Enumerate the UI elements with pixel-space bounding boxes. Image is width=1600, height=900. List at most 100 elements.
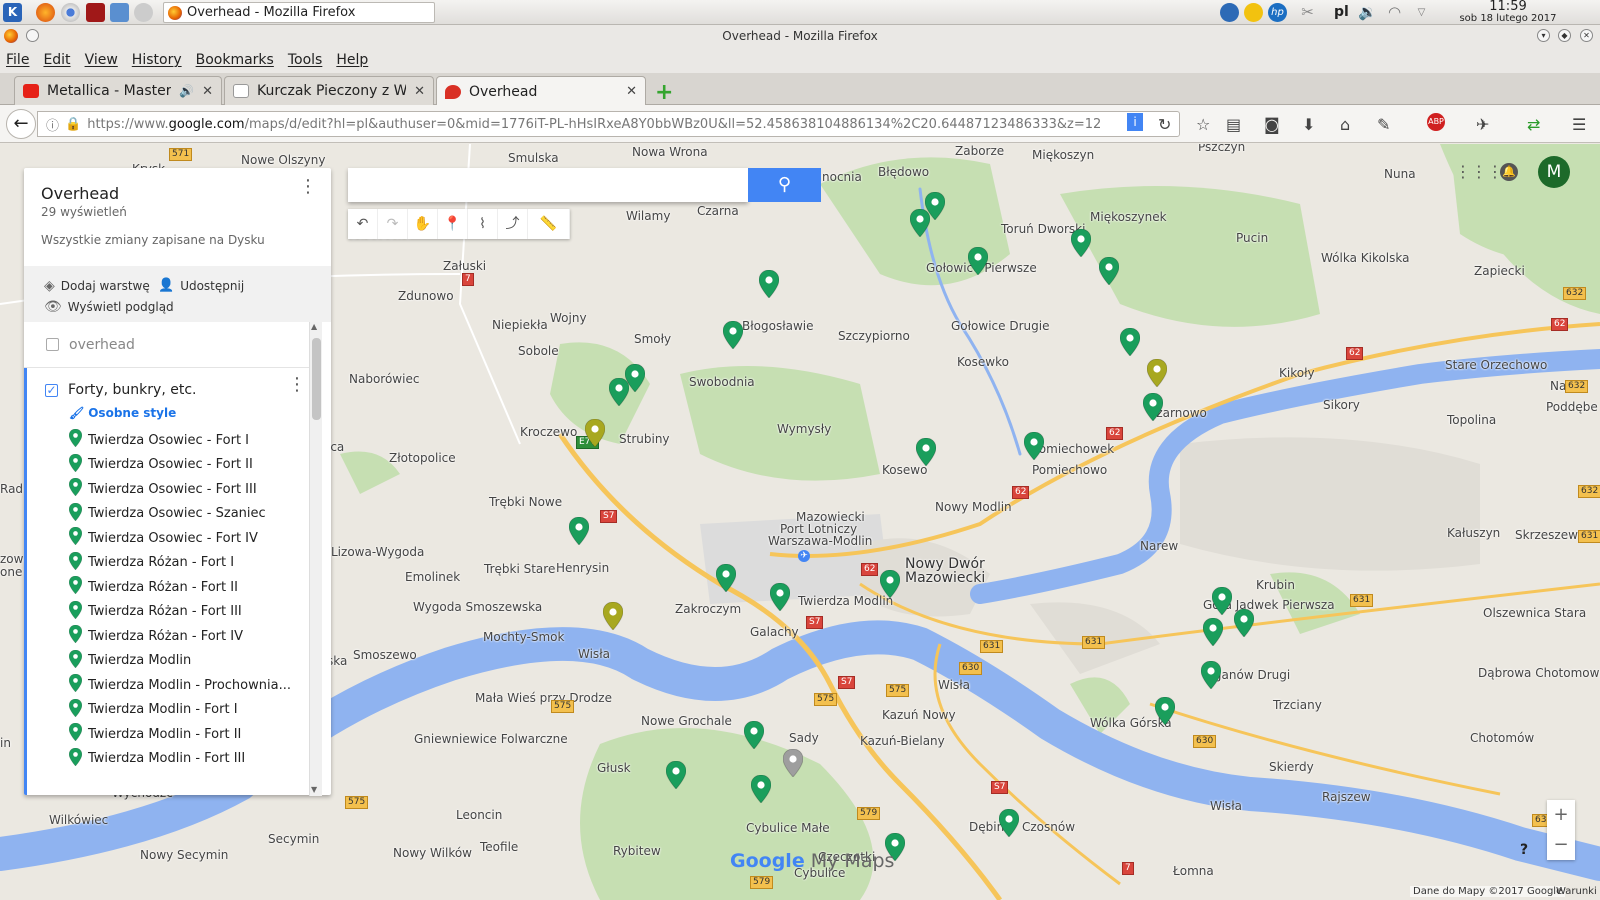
- close-tab-icon[interactable]: ✕: [202, 84, 213, 99]
- undo-icon[interactable]: ↶: [348, 209, 378, 239]
- map-marker-pin[interactable]: [1202, 617, 1224, 647]
- hamburger-menu-icon[interactable]: ☰: [1572, 115, 1586, 134]
- redo-icon[interactable]: ↷: [378, 209, 408, 239]
- info-icon[interactable]: ⓘ: [46, 115, 59, 134]
- map-marker-pin[interactable]: [915, 437, 937, 467]
- draw-line-icon[interactable]: ⌇: [468, 209, 498, 239]
- reload-icon[interactable]: ↻: [1158, 115, 1171, 134]
- map-marker-pin[interactable]: [608, 377, 630, 407]
- apps-grid-icon[interactable]: ⋮⋮⋮: [1455, 162, 1503, 181]
- add-layer-button[interactable]: ◈ Dodaj warstwę: [44, 278, 150, 294]
- map-marker-pin[interactable]: [665, 760, 687, 790]
- window-pin-icon[interactable]: [26, 29, 39, 42]
- firefox-launcher-icon[interactable]: [36, 3, 55, 22]
- chromium-launcher-icon[interactable]: [61, 3, 80, 22]
- help-icon[interactable]: ?: [1520, 842, 1528, 858]
- settings-launcher-icon[interactable]: [134, 3, 153, 22]
- close-window-button[interactable]: ✕: [1580, 29, 1593, 42]
- feature-list-item[interactable]: Twierdza Modlin: [27, 649, 314, 674]
- extension-2-icon[interactable]: ✈: [1476, 115, 1489, 134]
- feature-list-item[interactable]: Twierdza Osowiec - Fort IV: [27, 526, 314, 551]
- feature-list-item[interactable]: Twierdza Różan - Fort II: [27, 575, 314, 600]
- update-tray-icon[interactable]: [1220, 3, 1239, 22]
- tab-overhead[interactable]: Overhead ✕: [436, 76, 646, 106]
- map-marker-pin[interactable]: [568, 516, 590, 546]
- map-marker-pin[interactable]: [1200, 660, 1222, 690]
- taskbar-window-item[interactable]: Overhead - Mozilla Firefox: [163, 2, 435, 23]
- bookmark-star-icon[interactable]: ☆: [1196, 115, 1210, 134]
- hp-tray-icon[interactable]: hp: [1268, 3, 1287, 22]
- ruler-icon[interactable]: 📏: [528, 209, 570, 239]
- feature-list-item[interactable]: Twierdza Modlin - Fort I: [27, 698, 314, 723]
- map-marker-pin[interactable]: [602, 601, 624, 631]
- feature-list-item[interactable]: Twierdza Osowiec - Fort II: [27, 453, 314, 478]
- share-button[interactable]: 👤 Udostępnij: [158, 278, 244, 293]
- map-marker-pin[interactable]: [998, 808, 1020, 838]
- zoom-out-button[interactable]: −: [1547, 830, 1575, 860]
- new-tab-plus-icon[interactable]: +: [655, 80, 673, 105]
- feature-list-item[interactable]: Twierdza Różan - Fort III: [27, 600, 314, 625]
- search-button[interactable]: ⚲: [748, 168, 821, 202]
- tab-metallica[interactable]: Metallica - Master ... 🔊 ✕: [14, 76, 222, 105]
- close-tab-icon[interactable]: ✕: [414, 84, 425, 99]
- map-marker-pin[interactable]: [1211, 586, 1233, 616]
- reading-list-icon[interactable]: ▤: [1226, 115, 1241, 134]
- menu-help[interactable]: Help: [336, 52, 368, 68]
- avatar[interactable]: M: [1538, 156, 1570, 188]
- feature-list-item[interactable]: Twierdza Różan - Fort I: [27, 551, 314, 576]
- wifi-tray-icon[interactable]: ◠: [1385, 3, 1404, 22]
- home-icon[interactable]: ⌂: [1340, 115, 1350, 134]
- feature-list-item[interactable]: Twierdza Osowiec - Szaniec: [27, 502, 314, 527]
- map-marker-pin[interactable]: [743, 720, 765, 750]
- file-manager-launcher-icon[interactable]: [110, 3, 129, 22]
- map-title[interactable]: Overhead: [41, 184, 315, 203]
- map-marker-pin[interactable]: [879, 569, 901, 599]
- map-marker-pin[interactable]: [1233, 608, 1255, 638]
- back-button[interactable]: ←: [6, 109, 36, 139]
- menu-view[interactable]: View: [85, 52, 118, 68]
- pocket-icon[interactable]: ◙: [1264, 115, 1280, 134]
- menu-file[interactable]: File: [6, 52, 29, 68]
- menu-tools[interactable]: Tools: [288, 52, 323, 68]
- night-mode-tray-icon[interactable]: [1244, 3, 1263, 22]
- layer-overhead[interactable]: overhead: [24, 322, 314, 368]
- scroll-down-icon[interactable]: ▼: [311, 785, 317, 794]
- map-marker-pin[interactable]: [1146, 358, 1168, 388]
- menu-edit[interactable]: Edit: [43, 52, 70, 68]
- search-input[interactable]: [348, 168, 748, 202]
- feature-list-item[interactable]: Twierdza Modlin - Fort II: [27, 722, 314, 747]
- url-bar[interactable]: ⓘ 🔒 https://www. google.com/maps/d/edit?h…: [37, 111, 1180, 137]
- sync-icon[interactable]: ⇄: [1527, 115, 1540, 134]
- minimize-button[interactable]: ▾: [1537, 29, 1550, 42]
- terms-link[interactable]: Warunki: [1556, 886, 1597, 897]
- feature-list-item[interactable]: Twierdza Modlin - Prochownia...: [27, 673, 314, 698]
- layer-options-icon[interactable]: ⋮: [288, 376, 306, 394]
- menu-bookmarks[interactable]: Bookmarks: [196, 52, 274, 68]
- map-marker-pin[interactable]: [1119, 327, 1141, 357]
- zoom-in-button[interactable]: +: [1547, 800, 1575, 830]
- map-marker-pin[interactable]: [967, 246, 989, 276]
- layer-checkbox[interactable]: [46, 338, 59, 351]
- map-marker-pin[interactable]: [1070, 228, 1092, 258]
- extension-icon[interactable]: ✎: [1377, 115, 1390, 134]
- more-options-icon[interactable]: ⋮: [299, 178, 317, 196]
- map-marker-pin[interactable]: [1098, 256, 1120, 286]
- feature-list-item[interactable]: Twierdza Osowiec - Fort I: [27, 428, 314, 453]
- map-marker-pin[interactable]: [722, 320, 744, 350]
- preview-button[interactable]: 👁 Wyświetl podgląd: [44, 299, 174, 315]
- notifications-icon[interactable]: 🔔: [1500, 163, 1518, 181]
- feature-list-item[interactable]: Twierdza Modlin - Fort III: [27, 747, 314, 772]
- maximize-button[interactable]: ◆: [1558, 29, 1571, 42]
- map-marker-pin[interactable]: [1142, 392, 1164, 422]
- feature-list-item[interactable]: Twierdza Osowiec - Fort III: [27, 477, 314, 502]
- map-marker-pin[interactable]: [1154, 696, 1176, 726]
- downloads-icon[interactable]: ⬇: [1302, 115, 1315, 134]
- speaker-icon[interactable]: 🔊: [179, 84, 194, 98]
- directions-icon[interactable]: ⤴: [498, 209, 528, 239]
- terminal-launcher-icon[interactable]: [86, 3, 105, 22]
- klipper-tray-icon[interactable]: ✂: [1298, 3, 1317, 22]
- map-marker-pin[interactable]: [769, 582, 791, 612]
- layer-name[interactable]: Forty, bunkry, etc.: [68, 382, 196, 398]
- kde-menu-icon[interactable]: K: [3, 3, 22, 22]
- map-data-attribution[interactable]: Dane do Mapy ©2017 Google: [1410, 886, 1566, 897]
